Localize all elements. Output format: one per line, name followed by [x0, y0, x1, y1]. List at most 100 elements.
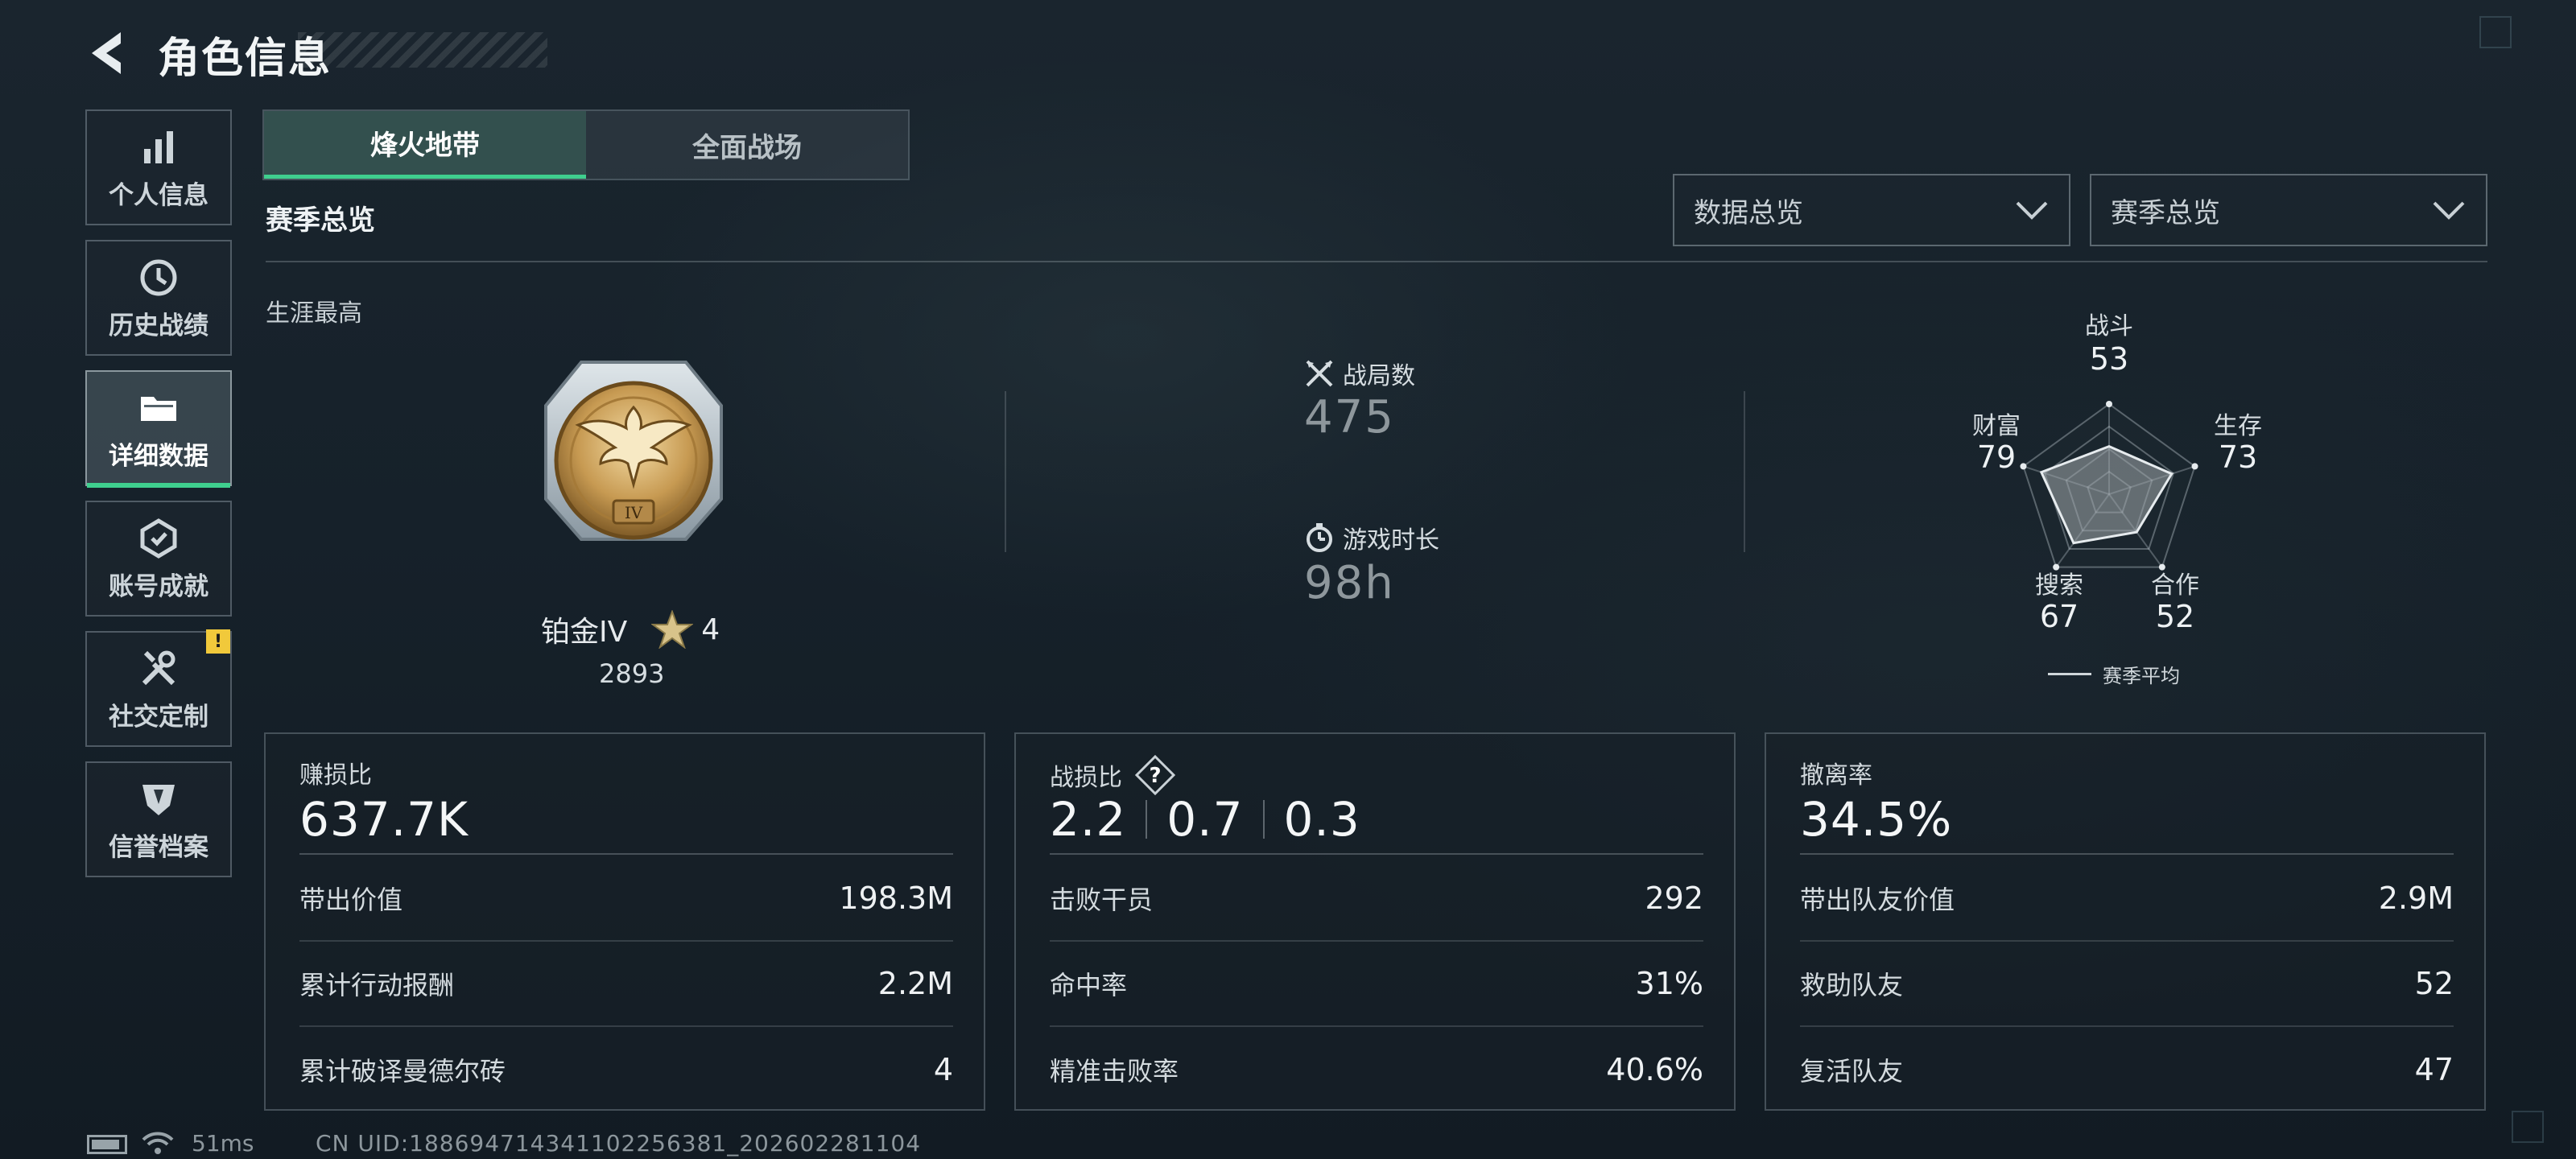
section-title: 赛季总览: [266, 204, 375, 237]
radar-value-cooperation: 52: [2155, 599, 2195, 634]
stat-label: 复活队友: [1800, 1056, 1904, 1087]
stat-value: 2.2M: [877, 966, 953, 1001]
radar-vertex: [2106, 401, 2112, 407]
corner-decoration: [2479, 16, 2512, 48]
panel-divider: [299, 853, 953, 855]
panel-big-value: 637.7K: [299, 792, 469, 847]
radar-label-cooperation: 合作: [2151, 571, 2199, 600]
sidebar-item-reputation[interactable]: 信誉档案: [85, 761, 232, 877]
panel-title: 撤离率: [1800, 761, 1872, 790]
stat-value: 31%: [1635, 966, 1703, 1001]
stat-row: 带出价值 198.3M: [299, 856, 953, 942]
stat-row: 累计行动报酬 2.2M: [299, 942, 953, 1027]
radar-value-search: 67: [2039, 599, 2079, 634]
rank-score: 2893: [599, 658, 665, 689]
panel-divider: [1800, 853, 2454, 855]
battery-icon: [87, 1135, 127, 1154]
stat-row: 救助队友 52: [1800, 942, 2454, 1027]
tab-firezone[interactable]: 烽火地带: [264, 111, 586, 179]
ping-readout: 51ms: [192, 1130, 254, 1157]
stat-label: 累计行动报酬: [299, 970, 455, 1000]
title-decoration: [298, 32, 547, 68]
back-arrow-icon: [92, 32, 121, 74]
sidebar-item-label: 社交定制: [109, 702, 208, 732]
stat-label: 精准击败率: [1050, 1056, 1179, 1087]
panel-big-value: 2.2 0.7 0.3: [1050, 792, 1360, 847]
stat-value: 292: [1645, 881, 1703, 916]
panel-title-row: 战损比 ?: [1050, 755, 1175, 795]
stat-row: 累计破译曼德尔砖 4: [299, 1027, 953, 1112]
stat-value: 47: [2414, 1052, 2454, 1087]
stat-label: 救助队友: [1800, 970, 1904, 1000]
playtime-value: 98h: [1304, 557, 1395, 609]
bar-chart-icon: [144, 130, 173, 163]
rank-stars: 4: [701, 612, 720, 646]
help-icon[interactable]: ?: [1135, 755, 1175, 795]
playtime-label: 游戏时长: [1304, 520, 1439, 555]
radar-value-wealth: 79: [1976, 439, 2017, 475]
sidebar-item-personal-info[interactable]: 个人信息: [85, 109, 232, 225]
stat-label: 击败干员: [1050, 885, 1154, 915]
corner-decoration: [2512, 1111, 2544, 1143]
sidebar-item-label: 详细数据: [109, 441, 208, 471]
stat-label: 带出价值: [299, 885, 403, 915]
radar-legend: 赛季平均: [2048, 660, 2180, 688]
stat-value: 52: [2414, 966, 2454, 1001]
achievement-icon: [140, 518, 177, 559]
crossed-swords-icon: [1306, 360, 1333, 387]
vertical-divider: [1005, 391, 1006, 552]
back-button[interactable]: [84, 27, 135, 79]
sidebar-item-label: 个人信息: [109, 180, 208, 210]
stat-value: 2.9M: [2378, 881, 2454, 916]
radar-label-wealth: 财富: [1972, 412, 2021, 440]
stat-row: 精准击败率 40.6%: [1050, 1027, 1703, 1112]
radar-label-survival: 生存: [2214, 412, 2262, 440]
stat-value: 40.6%: [1606, 1052, 1703, 1087]
folder-icon: [141, 396, 176, 421]
clock-icon: [140, 259, 177, 295]
radar-value-combat: 53: [2089, 341, 2129, 377]
stat-label: 带出队友价值: [1800, 885, 1955, 915]
ability-radar: 战斗 53 生存 73 合作 52 搜索 67 财富 79: [1924, 306, 2294, 692]
stat-label: 命中率: [1050, 970, 1128, 1000]
mode-tabs: 烽火地带 全面战场: [262, 109, 910, 180]
legend-label: 赛季平均: [2103, 665, 2180, 687]
radar-label-combat: 战斗: [2085, 312, 2133, 340]
value-separator: [1262, 800, 1265, 839]
data-overview-dropdown[interactable]: 数据总览: [1673, 174, 2070, 246]
radar-label-search: 搜索: [2035, 571, 2083, 600]
matches-value: 475: [1304, 391, 1395, 443]
rank-medal-icon: IV: [544, 361, 723, 541]
help-mark: ?: [1149, 764, 1161, 788]
stat-row: 击败干员 292: [1050, 856, 1703, 942]
section-divider: [266, 261, 2487, 262]
radar-value-survival: 73: [2218, 439, 2258, 475]
svg-text:IV: IV: [625, 503, 643, 522]
stopwatch-icon: [1307, 523, 1332, 552]
mid-stat-label: 游戏时长: [1343, 526, 1439, 555]
sidebar-item-achievements[interactable]: 账号成就: [85, 501, 232, 617]
legend-line: [2048, 673, 2091, 675]
kd-value: 0.7: [1166, 792, 1244, 847]
vertical-divider: [1744, 391, 1745, 552]
shield-emblem-icon: [142, 784, 175, 815]
sidebar-item-detailed-data[interactable]: 详细数据: [85, 370, 232, 488]
mid-stat-label: 战局数: [1343, 362, 1415, 390]
alert-badge: !: [206, 629, 230, 654]
tab-full-battlefield[interactable]: 全面战场: [586, 111, 908, 179]
panel-title: 赚损比: [299, 761, 372, 790]
user-uid: CN UID:18869471434110225638​1_2026022811…: [316, 1130, 922, 1157]
rank-name: 铂金IV: [541, 616, 628, 649]
season-overview-dropdown[interactable]: 赛季总览: [2090, 174, 2487, 246]
stat-row: 复活队友 47: [1800, 1027, 2454, 1112]
extraction-rate-panel: 撤离率 34.5% 带出队友价值 2.9M 救助队友 52 复活队友 47: [1765, 732, 2486, 1111]
sidebar-item-match-history[interactable]: 历史战绩: [85, 240, 232, 356]
kd-value: 2.2: [1050, 792, 1127, 847]
profit-loss-panel: 赚损比 637.7K 带出价值 198.3M 累计行动报酬 2.2M 累计破译曼…: [264, 732, 985, 1111]
chevron-down-icon: [2433, 201, 2465, 220]
stat-value: 198.3M: [839, 881, 953, 916]
sidebar-item-label: 账号成就: [109, 571, 208, 601]
sidebar-item-label: 信誉档案: [109, 832, 208, 862]
kd-ratio-panel: 战损比 ? 2.2 0.7 0.3 击败干员 292 命中率 31% 精准击败率…: [1014, 732, 1736, 1111]
panel-big-value: 34.5%: [1800, 792, 1953, 847]
